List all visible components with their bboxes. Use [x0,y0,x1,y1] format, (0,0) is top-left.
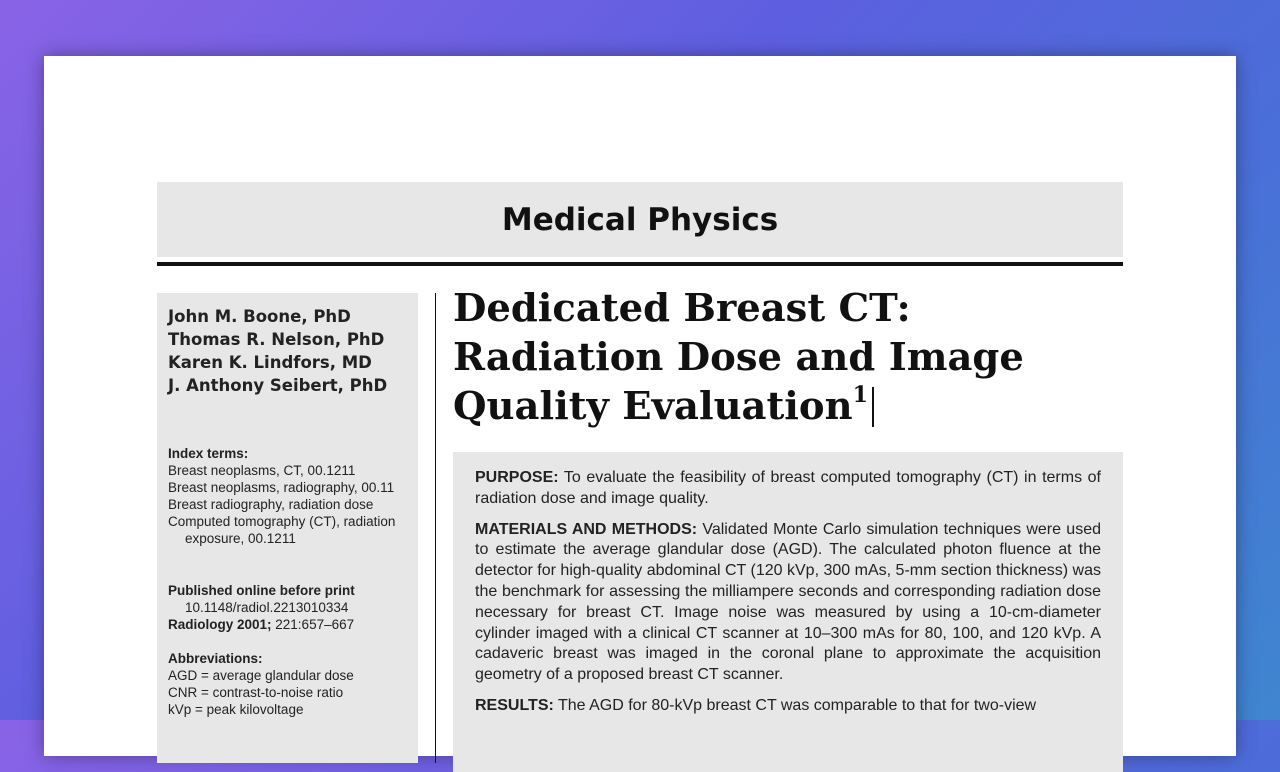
results-text: The AGD for 80-kVp breast CT was compara… [553,696,1037,714]
author-name: J. Anthony Seibert, PhD [168,376,388,395]
methods-text: Validated Monte Carlo simulation techniq… [475,520,1101,684]
text-cursor [871,387,874,427]
abbreviation-item: kVp = peak kilovoltage [168,702,304,717]
footnote-mark: 1 [852,382,868,408]
index-terms-label: Index terms: [168,446,249,461]
journal-section-header: Medical Physics [157,182,1123,257]
author-name: Karen K. Lindfors, MD [168,353,372,372]
citation-pages: 221:657–667 [271,617,355,632]
article-sidebar: John M. Boone, PhD Thomas R. Nelson, PhD… [157,293,418,763]
title-line: Radiation Dose and Image [453,335,1024,380]
citation: Radiology 2001; 221:657–667 [168,616,413,633]
abstract-methods: MATERIALS AND METHODS: Validated Monte C… [475,520,1101,686]
author-name: John M. Boone, PhD [168,307,351,326]
column-divider [435,293,436,763]
publication-label: Published online before print [168,583,355,598]
article-title[interactable]: Dedicated Breast CT: Radiation Dose and … [453,284,1103,431]
document-page: Medical Physics John M. Boone, PhD Thoma… [44,56,1236,772]
citation-journal: Radiology 2001; [168,617,272,632]
author-list: John M. Boone, PhD Thomas R. Nelson, PhD… [168,305,387,397]
author-name: Thomas R. Nelson, PhD [168,330,385,349]
abbreviations-label: Abbreviations: [168,651,263,666]
doi-link[interactable]: 10.1148/radiol.2213010334 [168,599,413,616]
index-term: Breast radiography, radiation dose [168,497,374,512]
abstract-purpose: PURPOSE: To evaluate the feasibility of … [475,468,1101,510]
abbreviation-item: CNR = contrast-to-noise ratio [168,685,344,700]
header-rule [157,262,1123,266]
purpose-text: To evaluate the feasibility of breast co… [475,469,1101,507]
publication-info: Published online before print 10.1148/ra… [168,582,413,633]
purpose-label: PURPOSE: [475,469,559,486]
index-term: Breast neoplasms, CT, 00.1211 [168,463,356,478]
title-line: Dedicated Breast CT: [453,286,911,331]
title-line: Quality Evaluation1 [453,382,1103,431]
journal-section-title: Medical Physics [501,201,779,238]
index-terms: Index terms: Breast neoplasms, CT, 00.12… [168,445,413,547]
abbreviations: Abbreviations: AGD = average glandular d… [168,650,413,718]
results-label: RESULTS: [475,696,554,714]
index-term: Breast neoplasms, radiography, 00.11 [168,480,395,495]
abbreviation-item: AGD = average glandular dose [168,668,354,683]
abstract-results: RESULTS: The AGD for 80-kVp breast CT wa… [475,696,1101,717]
methods-label: MATERIALS AND METHODS: [475,520,698,538]
index-term: Computed tomography (CT), radiation expo… [168,514,396,546]
abstract-box: PURPOSE: To evaluate the feasibility of … [453,452,1123,772]
title-line-text: Quality Evaluation [453,384,853,429]
